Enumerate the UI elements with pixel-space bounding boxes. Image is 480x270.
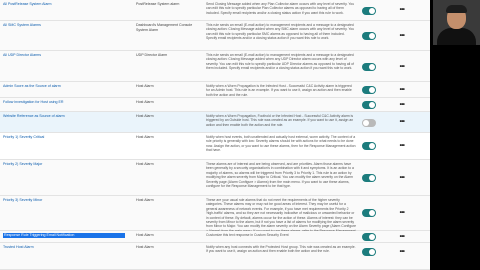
more-actions-icon[interactable]: ••• [396, 119, 408, 125]
table-row[interactable]: Follow investigation for Host using ER H… [0, 98, 430, 112]
rule-name[interactable]: Website Reference as Source of alarm [3, 114, 123, 119]
rule-description: Send Closing Message added when any Plan… [206, 2, 355, 15]
rule-enable-toggle[interactable] [362, 86, 376, 94]
presenter-body [437, 28, 476, 45]
rule-enable-toggle[interactable] [362, 101, 376, 109]
rule-type: Host Alarm [136, 198, 154, 202]
more-actions-icon[interactable]: ••• [396, 102, 408, 108]
rule-name[interactable]: All SMC System Alarms [3, 23, 123, 28]
rule-name[interactable]: Trusted Host Alarm [3, 245, 123, 250]
rule-description: Customize this text response in Custom S… [206, 233, 289, 237]
table-row[interactable]: Priority 2) Severity Major Host Alarm Th… [0, 160, 430, 196]
more-actions-icon[interactable]: ••• [396, 175, 408, 181]
presenter-webcam [433, 0, 480, 45]
more-actions-icon[interactable]: ••• [396, 33, 408, 39]
rule-enable-toggle[interactable] [362, 63, 376, 71]
rule-type: Host Alarm [136, 84, 154, 88]
table-row[interactable]: All UDP Director Alarms UDP Director Ala… [0, 51, 430, 82]
presenter-hair [446, 5, 467, 13]
more-actions-icon[interactable]: ••• [396, 249, 408, 255]
more-actions-icon[interactable]: ••• [396, 7, 408, 13]
rule-name[interactable]: All UDP Director Alarms [3, 53, 123, 58]
table-row[interactable]: Priority 1) Severity Critical Host Alarm… [0, 133, 430, 160]
rule-description: Notify when a Worm Propagation, Foothold… [206, 114, 354, 127]
rule-description: Notify when any host connects with the P… [206, 245, 356, 254]
rule-description: This rule sends an email (E-mail action)… [206, 53, 355, 71]
table-row[interactable]: All SMC System Alarms Dashboard's Manage… [0, 21, 430, 51]
rule-type: Host Alarm [136, 100, 154, 104]
table-row[interactable]: Priority 3) Severity Minor Host Alarm Th… [0, 196, 430, 237]
rule-description: Notify when a Worm Propagation is the In… [206, 84, 352, 97]
rule-type: Dashboard's Management Console System Al… [136, 23, 193, 32]
response-rules-table: All PostRelease System Alarm PostRelease… [0, 0, 430, 270]
rule-name[interactable]: Priority 3) Severity Minor [3, 198, 123, 203]
rule-enable-toggle[interactable] [362, 32, 376, 40]
table-row[interactable]: Trusted Host Alarm Host Alarm Notify whe… [0, 243, 430, 270]
rule-name[interactable]: Priority 1) Severity Critical [3, 135, 123, 140]
rule-type: Host Alarm [136, 162, 154, 166]
rule-description: These alarms are of interest and are bei… [206, 162, 354, 189]
rule-enable-toggle[interactable] [362, 248, 376, 256]
rule-name[interactable]: Priority 2) Severity Major [3, 162, 123, 167]
rule-name[interactable]: Response Rule Triggering Email Notificat… [3, 233, 125, 238]
rule-type: Host Alarm [136, 233, 154, 237]
rule-description: This rule sends an email (E-mail action)… [206, 23, 355, 41]
rule-enable-toggle[interactable] [362, 233, 376, 241]
table-row[interactable]: Response Rule Triggering Email Notificat… [0, 231, 430, 243]
rule-type: Host Alarm [136, 245, 154, 249]
rule-type: Host Alarm [136, 114, 154, 118]
rule-enable-toggle[interactable] [362, 7, 376, 15]
rule-enable-toggle[interactable] [362, 119, 376, 127]
table-row[interactable]: Admin Score as the Source of alarm Host … [0, 82, 430, 98]
rule-name[interactable]: Follow investigation for Host using ER [3, 100, 123, 105]
more-actions-icon[interactable]: ••• [396, 143, 408, 149]
rule-name[interactable]: Admin Score as the Source of alarm [3, 84, 123, 89]
rule-type: PostRelease System alarm [136, 2, 180, 6]
more-actions-icon[interactable]: ••• [396, 87, 408, 93]
rule-type: UDP Director Alarm [136, 53, 168, 57]
rule-enable-toggle[interactable] [362, 209, 376, 217]
rule-type: Host Alarm [136, 135, 154, 139]
rule-enable-toggle[interactable] [362, 142, 376, 150]
more-actions-icon[interactable]: ••• [396, 64, 408, 70]
more-actions-icon[interactable]: ••• [396, 210, 408, 216]
rule-description: Notify when host events, both unattended… [206, 135, 356, 153]
table-row[interactable]: Website Reference as Source of alarm Hos… [0, 112, 430, 133]
rule-name[interactable]: All PostRelease System Alarm [3, 2, 123, 7]
table-row[interactable]: All PostRelease System Alarm PostRelease… [0, 0, 430, 21]
rule-enable-toggle[interactable] [362, 174, 376, 182]
more-actions-icon[interactable]: ••• [396, 234, 408, 240]
